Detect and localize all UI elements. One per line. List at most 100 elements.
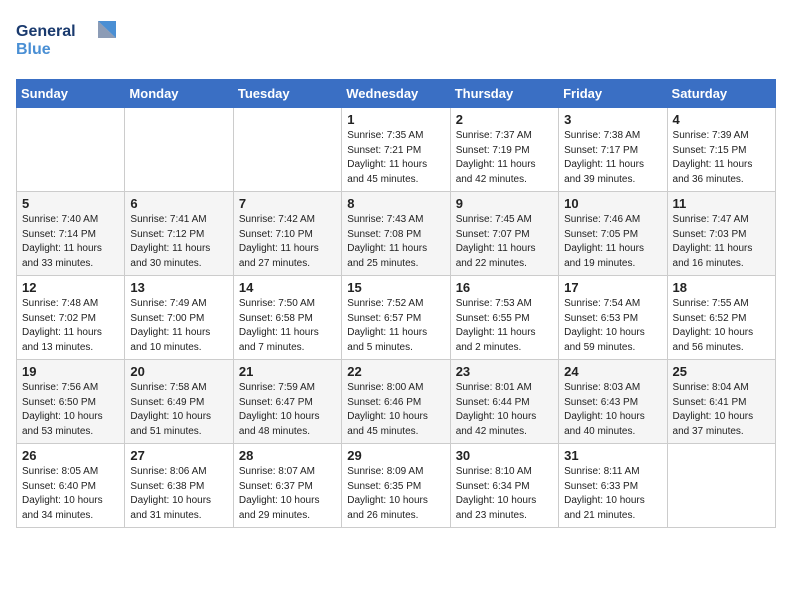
day-number: 31: [564, 448, 661, 463]
calendar-cell: 28 Sunrise: 8:07 AM Sunset: 6:37 PM Dayli…: [233, 444, 341, 528]
calendar-cell: 21 Sunrise: 7:59 AM Sunset: 6:47 PM Dayli…: [233, 360, 341, 444]
day-number: 17: [564, 280, 661, 295]
day-info: Sunrise: 7:37 AM Sunset: 7:19 PM Dayligh…: [456, 129, 553, 187]
logo-text-block: General Blue: [16, 16, 126, 67]
day-number: 4: [673, 112, 770, 127]
day-number: 16: [456, 280, 553, 295]
day-number: 18: [673, 280, 770, 295]
day-number: 23: [456, 364, 553, 379]
day-info: Sunrise: 8:10 AM Sunset: 6:34 PM Dayligh…: [456, 465, 553, 523]
calendar-cell: 8Sunrise: 7:43 AM Sunset: 7:08 PM Daylig…: [342, 192, 450, 276]
calendar-week-row: 19Sunrise: 7:56 AM Sunset: 6:50 PM Dayli…: [17, 360, 776, 444]
calendar-cell: 2 Sunrise: 7:37 AM Sunset: 7:19 PM Daylig…: [450, 108, 558, 192]
day-number: 2: [456, 112, 553, 127]
day-number: 5: [22, 196, 119, 211]
calendar-cell: 5 Sunrise: 7:40 AM Sunset: 7:14 PM Daylig…: [17, 192, 125, 276]
day-number: 10: [564, 196, 661, 211]
calendar-table: SundayMondayTuesdayWednesdayThursdayFrid…: [16, 79, 776, 528]
day-number: 13: [130, 280, 227, 295]
calendar-week-row: 1 Sunrise: 7:35 AM Sunset: 7:21 PM Daylig…: [17, 108, 776, 192]
day-info: Sunrise: 8:11 AM Sunset: 6:33 PM Dayligh…: [564, 465, 661, 523]
day-info: Sunrise: 7:53 AM Sunset: 6:55 PM Dayligh…: [456, 297, 553, 355]
day-number: 26: [22, 448, 119, 463]
day-info: Sunrise: 7:47 AM Sunset: 7:03 PM Dayligh…: [673, 213, 770, 271]
day-number: 25: [673, 364, 770, 379]
svg-text:Blue: Blue: [16, 41, 51, 58]
day-info: Sunrise: 7:35 AM Sunset: 7:21 PM Dayligh…: [347, 129, 444, 187]
day-number: 1: [347, 112, 444, 127]
calendar-cell: 11 Sunrise: 7:47 AM Sunset: 7:03 PM Dayli…: [667, 192, 775, 276]
day-number: 22: [347, 364, 444, 379]
weekday-header-wednesday: Wednesday: [342, 80, 450, 108]
calendar-cell: 24 Sunrise: 8:03 AM Sunset: 6:43 PM Dayli…: [559, 360, 667, 444]
calendar-cell: 10 Sunrise: 7:46 AM Sunset: 7:05 PM Dayli…: [559, 192, 667, 276]
day-number: 15: [347, 280, 444, 295]
weekday-header-thursday: Thursday: [450, 80, 558, 108]
calendar-cell: 26 Sunrise: 8:05 AM Sunset: 6:40 PM Dayli…: [17, 444, 125, 528]
day-info: Sunrise: 8:03 AM Sunset: 6:43 PM Dayligh…: [564, 381, 661, 439]
calendar-cell: 29 Sunrise: 8:09 AM Sunset: 6:35 PM Dayli…: [342, 444, 450, 528]
calendar-cell: 4 Sunrise: 7:39 AM Sunset: 7:15 PM Daylig…: [667, 108, 775, 192]
day-info: Sunrise: 7:56 AM Sunset: 6:50 PM Dayligh…: [22, 381, 119, 439]
day-number: 8: [347, 196, 444, 211]
weekday-header-monday: Monday: [125, 80, 233, 108]
day-info: Sunrise: 8:09 AM Sunset: 6:35 PM Dayligh…: [347, 465, 444, 523]
weekday-header-saturday: Saturday: [667, 80, 775, 108]
day-number: 12: [22, 280, 119, 295]
day-info: Sunrise: 7:40 AM Sunset: 7:14 PM Dayligh…: [22, 213, 119, 271]
day-info: Sunrise: 7:52 AM Sunset: 6:57 PM Dayligh…: [347, 297, 444, 355]
day-info: Sunrise: 7:48 AM Sunset: 7:02 PM Dayligh…: [22, 297, 119, 355]
calendar-cell: 22 Sunrise: 8:00 AM Sunset: 6:46 PM Dayli…: [342, 360, 450, 444]
day-info: Sunrise: 8:00 AM Sunset: 6:46 PM Dayligh…: [347, 381, 444, 439]
day-info: Sunrise: 7:46 AM Sunset: 7:05 PM Dayligh…: [564, 213, 661, 271]
calendar-cell: [667, 444, 775, 528]
day-number: 7: [239, 196, 336, 211]
page-header: General Blue: [16, 16, 776, 67]
weekday-header-sunday: Sunday: [17, 80, 125, 108]
day-number: 20: [130, 364, 227, 379]
calendar-cell: 16 Sunrise: 7:53 AM Sunset: 6:55 PM Dayli…: [450, 276, 558, 360]
calendar-week-row: 5 Sunrise: 7:40 AM Sunset: 7:14 PM Daylig…: [17, 192, 776, 276]
calendar-cell: 14Sunrise: 7:50 AM Sunset: 6:58 PM Dayli…: [233, 276, 341, 360]
day-info: Sunrise: 8:07 AM Sunset: 6:37 PM Dayligh…: [239, 465, 336, 523]
day-info: Sunrise: 7:41 AM Sunset: 7:12 PM Dayligh…: [130, 213, 227, 271]
calendar-cell: 9 Sunrise: 7:45 AM Sunset: 7:07 PM Daylig…: [450, 192, 558, 276]
calendar-cell: [17, 108, 125, 192]
day-info: Sunrise: 7:38 AM Sunset: 7:17 PM Dayligh…: [564, 129, 661, 187]
calendar-cell: 13Sunrise: 7:49 AM Sunset: 7:00 PM Dayli…: [125, 276, 233, 360]
calendar-cell: 19Sunrise: 7:56 AM Sunset: 6:50 PM Dayli…: [17, 360, 125, 444]
day-info: Sunrise: 7:45 AM Sunset: 7:07 PM Dayligh…: [456, 213, 553, 271]
calendar-cell: 31 Sunrise: 8:11 AM Sunset: 6:33 PM Dayli…: [559, 444, 667, 528]
day-number: 21: [239, 364, 336, 379]
calendar-cell: 27Sunrise: 8:06 AM Sunset: 6:38 PM Dayli…: [125, 444, 233, 528]
day-info: Sunrise: 7:50 AM Sunset: 6:58 PM Dayligh…: [239, 297, 336, 355]
calendar-cell: 12 Sunrise: 7:48 AM Sunset: 7:02 PM Dayli…: [17, 276, 125, 360]
logo: General Blue: [16, 16, 126, 67]
day-number: 6: [130, 196, 227, 211]
calendar-cell: [233, 108, 341, 192]
calendar-cell: 17 Sunrise: 7:54 AM Sunset: 6:53 PM Dayli…: [559, 276, 667, 360]
day-info: Sunrise: 8:01 AM Sunset: 6:44 PM Dayligh…: [456, 381, 553, 439]
calendar-cell: 6 Sunrise: 7:41 AM Sunset: 7:12 PM Daylig…: [125, 192, 233, 276]
calendar-cell: 25Sunrise: 8:04 AM Sunset: 6:41 PM Dayli…: [667, 360, 775, 444]
calendar-header-row: SundayMondayTuesdayWednesdayThursdayFrid…: [17, 80, 776, 108]
day-number: 28: [239, 448, 336, 463]
calendar-cell: 15 Sunrise: 7:52 AM Sunset: 6:57 PM Dayli…: [342, 276, 450, 360]
day-info: Sunrise: 7:59 AM Sunset: 6:47 PM Dayligh…: [239, 381, 336, 439]
calendar-cell: 20Sunrise: 7:58 AM Sunset: 6:49 PM Dayli…: [125, 360, 233, 444]
day-number: 11: [673, 196, 770, 211]
weekday-header-tuesday: Tuesday: [233, 80, 341, 108]
day-number: 9: [456, 196, 553, 211]
calendar-cell: 30 Sunrise: 8:10 AM Sunset: 6:34 PM Dayli…: [450, 444, 558, 528]
day-number: 30: [456, 448, 553, 463]
calendar-cell: [125, 108, 233, 192]
calendar-cell: 1 Sunrise: 7:35 AM Sunset: 7:21 PM Daylig…: [342, 108, 450, 192]
calendar-cell: 3Sunrise: 7:38 AM Sunset: 7:17 PM Daylig…: [559, 108, 667, 192]
day-info: Sunrise: 7:54 AM Sunset: 6:53 PM Dayligh…: [564, 297, 661, 355]
day-info: Sunrise: 7:42 AM Sunset: 7:10 PM Dayligh…: [239, 213, 336, 271]
day-number: 29: [347, 448, 444, 463]
calendar-week-row: 12 Sunrise: 7:48 AM Sunset: 7:02 PM Dayli…: [17, 276, 776, 360]
day-info: Sunrise: 7:39 AM Sunset: 7:15 PM Dayligh…: [673, 129, 770, 187]
day-info: Sunrise: 8:05 AM Sunset: 6:40 PM Dayligh…: [22, 465, 119, 523]
day-number: 24: [564, 364, 661, 379]
